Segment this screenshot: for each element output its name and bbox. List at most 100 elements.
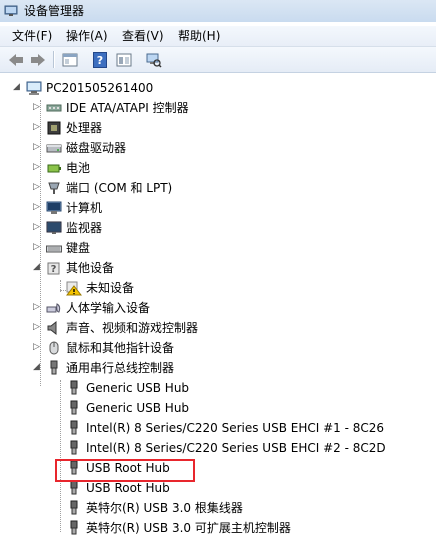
- expand-arrow-icon[interactable]: ▷: [32, 243, 41, 252]
- properties-button[interactable]: [60, 50, 80, 69]
- tree-category-label: 处理器: [66, 121, 103, 135]
- tree-device-usb-7[interactable]: 英特尔(R) USB 3.0 可扩展主机控制器: [0, 518, 430, 536]
- tree-category-label: 磁盘驱动器: [66, 141, 127, 155]
- menu-view[interactable]: 查看(V): [120, 28, 166, 44]
- tree-device-unknown[interactable]: 未知设备: [0, 278, 430, 298]
- tree-root[interactable]: ◢ PC201505261400: [0, 78, 430, 98]
- tree-category-ide[interactable]: ▷ IDE ATA/ATAPI 控制器: [0, 98, 430, 118]
- usb-plug-icon: [70, 440, 78, 455]
- tree-category-monitor[interactable]: ▷ 监视器: [0, 218, 430, 238]
- toolbar: ?: [0, 47, 436, 73]
- unknown-device-icon: ?: [47, 262, 60, 275]
- forward-button[interactable]: [28, 50, 48, 69]
- tree-category-other[interactable]: ◢ ? 其他设备: [0, 258, 430, 278]
- tree-category-label: 监视器: [66, 221, 103, 235]
- tree-category-label: 鼠标和其他指针设备: [66, 341, 175, 355]
- tree-category-ports[interactable]: ▷ 端口 (COM 和 LPT): [0, 178, 430, 198]
- tree-category-label: 计算机: [66, 201, 103, 215]
- speaker-icon: [47, 320, 57, 336]
- disk-drive-icon: [46, 144, 62, 153]
- tree-category-label: 声音、视频和游戏控制器: [66, 321, 199, 335]
- tree-device-label: Intel(R) 8 Series/C220 Series USB EHCI #…: [86, 421, 385, 435]
- tree-device-label: Generic USB Hub: [86, 381, 190, 395]
- tree-device-label: 英特尔(R) USB 3.0 可扩展主机控制器: [86, 521, 291, 535]
- back-button[interactable]: [6, 50, 26, 69]
- tree-category-sound[interactable]: ▷ 声音、视频和游戏控制器: [0, 318, 430, 338]
- back-icon: [9, 53, 23, 66]
- device-manager-icon: [4, 5, 18, 16]
- tree-device-label: Intel(R) 8 Series/C220 Series USB EHCI #…: [86, 441, 386, 455]
- properties-icon: [62, 53, 78, 66]
- window-title: 设备管理器: [24, 4, 85, 18]
- tree-device-label: 未知设备: [86, 281, 135, 295]
- tree-category-computer[interactable]: ▷ 计算机: [0, 198, 430, 218]
- collapse-arrow-icon[interactable]: ◢: [32, 363, 41, 372]
- tree-category-label: 端口 (COM 和 LPT): [66, 181, 173, 195]
- usb-plug-icon: [70, 380, 78, 395]
- scan-hardware-button[interactable]: [144, 50, 164, 69]
- usb-plug-icon: [70, 500, 78, 515]
- tree-category-label: IDE ATA/ATAPI 控制器: [66, 101, 189, 115]
- usb-plug-icon: [70, 400, 78, 415]
- keyboard-icon: [46, 245, 62, 253]
- menu-action[interactable]: 操作(A): [64, 28, 110, 44]
- tree-device-usb-2[interactable]: Intel(R) 8 Series/C220 Series USB EHCI #…: [0, 418, 430, 438]
- tree-device-usb-1[interactable]: Generic USB Hub: [0, 398, 430, 418]
- help-button[interactable]: ?: [90, 50, 110, 69]
- tree-device-usb-6[interactable]: 英特尔(R) USB 3.0 根集线器: [0, 498, 430, 518]
- tree-category-battery[interactable]: ▷ 电池: [0, 158, 430, 178]
- view-button[interactable]: [114, 50, 134, 69]
- battery-icon: [47, 164, 61, 173]
- expand-arrow-icon[interactable]: ▷: [32, 163, 41, 172]
- expand-arrow-icon[interactable]: ▷: [32, 343, 41, 352]
- expand-arrow-icon[interactable]: ▷: [32, 143, 41, 152]
- tree-category-processor[interactable]: ▷ 处理器: [0, 118, 430, 138]
- tree-device-label: 英特尔(R) USB 3.0 根集线器: [86, 501, 243, 515]
- usb-plug-icon: [70, 520, 78, 535]
- expand-arrow-icon[interactable]: ▷: [32, 123, 41, 132]
- scan-hardware-icon: [146, 53, 162, 68]
- tree-device-label: Generic USB Hub: [86, 401, 190, 415]
- svg-text:?: ?: [97, 54, 103, 67]
- expand-arrow-icon[interactable]: ▷: [32, 183, 41, 192]
- usb-controller-icon: [50, 360, 58, 375]
- computer-icon: [46, 201, 62, 214]
- ide-controller-icon: [46, 104, 62, 112]
- help-icon: ?: [93, 51, 107, 68]
- tree-device-usb-3[interactable]: Intel(R) 8 Series/C220 Series USB EHCI #…: [0, 438, 430, 458]
- tree-category-label: 人体学输入设备: [66, 301, 151, 315]
- expand-arrow-icon[interactable]: ▷: [32, 203, 41, 212]
- tree-category-disk[interactable]: ▷ 磁盘驱动器: [0, 138, 430, 158]
- view-icon: [116, 53, 132, 66]
- computer-icon: [26, 81, 42, 95]
- device-tree: ◢ PC201505261400 ▷ IDE ATA/ATAPI 控制器 ▷ 处…: [0, 76, 436, 536]
- expand-arrow-icon[interactable]: ▷: [32, 103, 41, 112]
- expand-arrow-icon[interactable]: ▷: [32, 323, 41, 332]
- highlight-annotation: [55, 459, 195, 482]
- toolbar-separator: [53, 51, 55, 68]
- warning-icon: [66, 281, 82, 296]
- svg-text:?: ?: [51, 264, 57, 275]
- monitor-icon: [46, 221, 62, 234]
- tree-category-mouse[interactable]: ▷ 鼠标和其他指针设备: [0, 338, 430, 358]
- expand-arrow-icon[interactable]: ▷: [32, 303, 41, 312]
- menu-bar: 文件(F) 操作(A) 查看(V) 帮助(H): [0, 26, 436, 47]
- usb-plug-icon: [70, 420, 78, 435]
- processor-icon: [47, 121, 61, 135]
- collapse-arrow-icon[interactable]: ◢: [12, 83, 21, 92]
- tree-category-keyboard[interactable]: ▷ 键盘: [0, 238, 430, 258]
- mouse-icon: [49, 341, 59, 355]
- tree-category-usb[interactable]: ◢ 通用串行总线控制器: [0, 358, 430, 378]
- tree-category-label: 通用串行总线控制器: [66, 361, 175, 375]
- hid-icon: [46, 303, 61, 313]
- collapse-arrow-icon[interactable]: ◢: [32, 263, 41, 272]
- title-bar: 设备管理器: [0, 0, 436, 22]
- computer-name: PC201505261400: [46, 81, 154, 95]
- expand-arrow-icon[interactable]: ▷: [32, 223, 41, 232]
- tree-device-usb-0[interactable]: Generic USB Hub: [0, 378, 430, 398]
- menu-file[interactable]: 文件(F): [10, 28, 54, 44]
- port-icon: [48, 182, 60, 194]
- tree-category-label: 电池: [66, 161, 91, 175]
- menu-help[interactable]: 帮助(H): [176, 28, 222, 44]
- tree-category-hid[interactable]: ▷ 人体学输入设备: [0, 298, 430, 318]
